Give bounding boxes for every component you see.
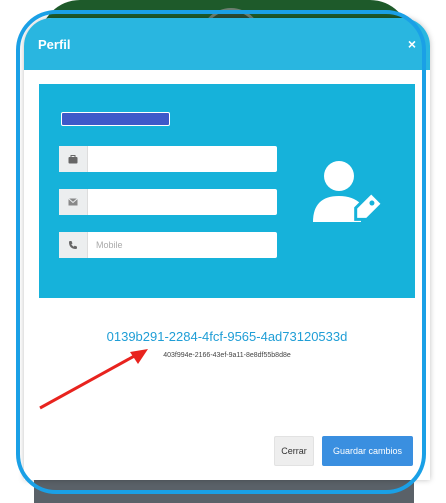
profile-modal: Perfil × Mobile 0139b291-2284-4fcf-9565-… — [24, 18, 430, 480]
screen: Perfil × Mobile 0139b291-2284-4fcf-9565-… — [0, 0, 446, 503]
profile-uuid: 0139b291-2284-4fcf-9565-4ad73120533d — [106, 329, 348, 344]
name-field-redacted[interactable] — [61, 112, 170, 126]
cancel-button[interactable]: Cerrar — [274, 436, 314, 466]
email-input[interactable] — [88, 190, 274, 214]
profile-secondary-uuid: 403f994e-2166-43ef-9a11-8e8df55b8d8e — [163, 352, 291, 359]
modal-header: Perfil × — [24, 18, 430, 70]
modal-title: Perfil — [38, 36, 71, 52]
email-field[interactable] — [59, 189, 277, 215]
user-tag-icon — [309, 154, 389, 234]
mobile-field[interactable] — [59, 232, 277, 258]
profile-panel — [39, 84, 415, 298]
company-input[interactable] — [88, 147, 274, 171]
mobile-input[interactable] — [88, 233, 274, 257]
save-button[interactable]: Guardar cambios — [322, 436, 413, 466]
phone-icon — [59, 232, 88, 258]
close-icon[interactable]: × — [408, 36, 416, 52]
briefcase-icon — [59, 146, 88, 172]
company-field[interactable] — [59, 146, 277, 172]
envelope-icon — [59, 189, 88, 215]
